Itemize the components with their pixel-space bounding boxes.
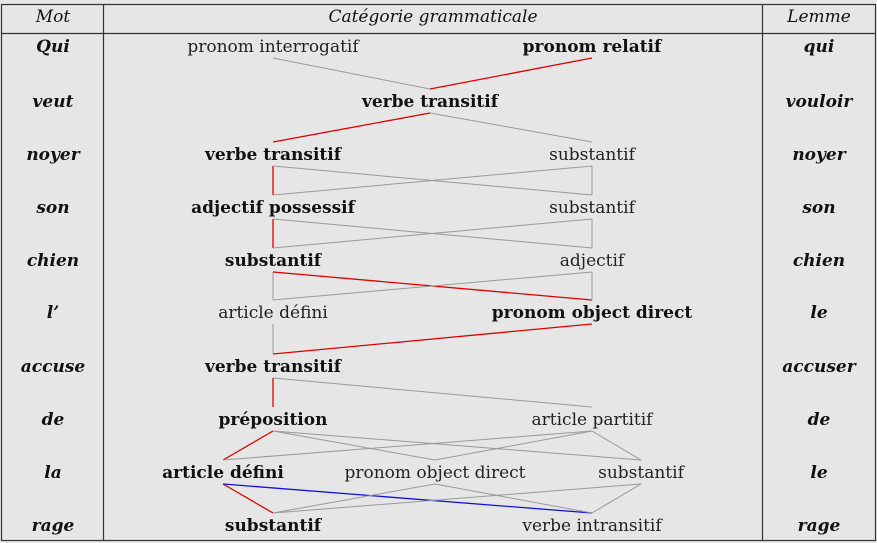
category-node: verbe transitif bbox=[204, 357, 343, 377]
category-node: article défini bbox=[218, 303, 328, 323]
lemma-cell: qui bbox=[804, 37, 835, 57]
category-node: article partitif bbox=[532, 410, 655, 430]
word-cell: veut bbox=[33, 92, 74, 112]
red-edge bbox=[272, 112, 431, 143]
category-node: verbe transitif bbox=[204, 145, 343, 165]
category-node: substantif bbox=[598, 463, 685, 483]
header-word: Mot bbox=[35, 7, 71, 27]
blue-edge bbox=[222, 483, 593, 514]
gray-edge bbox=[591, 430, 642, 461]
gray-edge bbox=[222, 430, 593, 461]
category-node: substantif bbox=[549, 145, 636, 165]
table-grid bbox=[0, 3, 877, 542]
category-node: substantif bbox=[549, 198, 636, 218]
category-node: substantif bbox=[225, 251, 323, 271]
gray-edge bbox=[272, 377, 593, 408]
lemma-cell: noyer bbox=[792, 145, 846, 165]
edges-layer bbox=[222, 57, 642, 514]
category-node: pronom object direct bbox=[492, 303, 693, 323]
category-node: pronom object direct bbox=[344, 463, 525, 483]
word-cell: noyer bbox=[26, 145, 80, 165]
lemma-cell: chien bbox=[793, 251, 845, 271]
category-node: pronom interrogatif bbox=[187, 37, 360, 57]
word-category-lattice-table: Mot Catégorie grammaticale Lemme Qui qui v… bbox=[0, 0, 877, 543]
table-border bbox=[0, 3, 877, 542]
lemma-cell: vouloir bbox=[786, 92, 854, 112]
lemma-cell: le bbox=[810, 303, 827, 323]
word-cell: de bbox=[42, 410, 65, 430]
lemma-cell: rage bbox=[798, 516, 841, 536]
category-node: verbe transitif bbox=[361, 92, 500, 112]
header-lemma: Lemme bbox=[786, 7, 851, 27]
red-edge bbox=[272, 323, 593, 355]
category-node: préposition bbox=[219, 410, 328, 430]
lemma-cell: son bbox=[801, 198, 835, 218]
gray-edge bbox=[272, 57, 431, 90]
red-edge bbox=[429, 57, 593, 90]
category-node: adjectif bbox=[560, 251, 626, 271]
category-node: substantif bbox=[225, 516, 323, 536]
word-cell: Qui bbox=[36, 37, 70, 57]
category-node: pronom relatif bbox=[523, 37, 663, 57]
gray-edge bbox=[429, 112, 593, 143]
red-edge bbox=[222, 430, 274, 461]
word-cell: son bbox=[35, 198, 69, 218]
red-edge bbox=[222, 483, 274, 514]
category-node: article défini bbox=[162, 463, 284, 483]
lemma-cell: accuser bbox=[782, 357, 856, 377]
word-cell: accuse bbox=[21, 357, 86, 377]
word-cell: la bbox=[44, 463, 61, 483]
gray-edge bbox=[591, 483, 642, 514]
lemma-cell: de bbox=[808, 410, 831, 430]
lemma-cell: le bbox=[810, 463, 827, 483]
header-category: Catégorie grammaticale bbox=[328, 7, 537, 27]
text-layer: Mot Catégorie grammaticale Lemme Qui qui v… bbox=[21, 7, 857, 536]
word-cell: rage bbox=[32, 516, 75, 536]
category-node: adjectif possessif bbox=[191, 198, 357, 218]
category-node: verbe intransitif bbox=[521, 516, 663, 536]
word-cell: l’ bbox=[47, 303, 59, 323]
word-cell: chien bbox=[27, 251, 79, 271]
lattice-diagram: Mot Catégorie grammaticale Lemme Qui qui v… bbox=[0, 3, 877, 542]
